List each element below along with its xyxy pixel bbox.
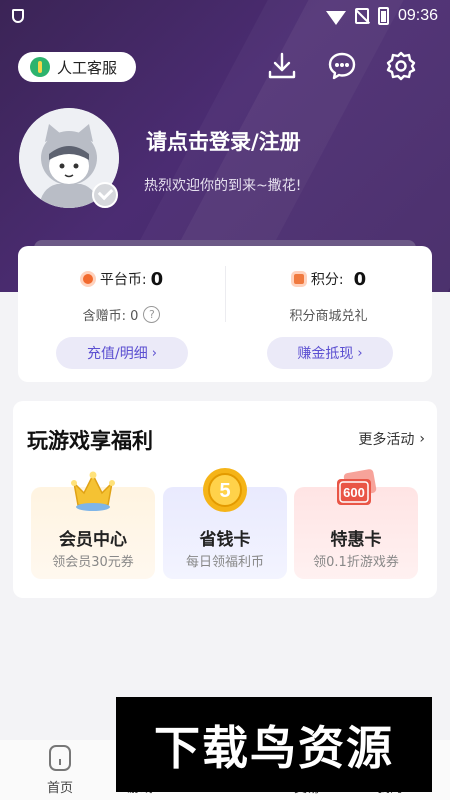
saving-card-title: 省钱卡 <box>199 530 251 550</box>
gear-icon <box>386 51 416 81</box>
coupon-badge: 600 <box>343 485 365 500</box>
earn-cash-label: 赚金抵现 <box>297 346 354 362</box>
member-center-subtitle: 领会员30元券 <box>52 555 134 570</box>
customer-service-icon <box>30 57 50 77</box>
platform-coin-label: 平台币: <box>99 272 147 288</box>
points-value: 0 <box>353 268 367 290</box>
chevron-right-icon: › <box>357 345 363 361</box>
download-icon <box>268 52 296 79</box>
coin-icon <box>79 271 96 287</box>
messages-button[interactable] <box>324 48 360 84</box>
more-activities-link[interactable]: 更多活动 › <box>358 429 425 449</box>
status-bar: 09:36 <box>0 0 450 32</box>
benefits-card: 玩游戏享福利 更多活动 › 会员中心 领会员30元券 5 省钱卡 每日领福利币 … <box>13 401 437 598</box>
saving-card-tile[interactable]: 5 省钱卡 每日领福利币 <box>163 468 287 579</box>
customer-service-label: 人工客服 <box>57 58 118 77</box>
wallet-card: 平台币: 0 含赠币: 0 ? 充值/明细 › 积分: 0 积分商城兑礼 赚金抵… <box>18 246 432 382</box>
benefits-title: 玩游戏享福利 <box>27 429 153 453</box>
help-icon[interactable]: ? <box>143 305 161 323</box>
recharge-button[interactable]: 充值/明细 › <box>56 337 188 369</box>
settings-button[interactable] <box>383 48 419 84</box>
login-register-link[interactable]: 请点击登录/注册 <box>146 126 301 156</box>
tab-home-label: 首页 <box>46 781 73 796</box>
chat-bubble-icon <box>328 52 356 80</box>
special-card-tile[interactable]: 600 特惠卡 领0.1折游戏券 <box>294 469 418 579</box>
welcome-text: 热烈欢迎你的到来~撒花! <box>144 178 302 194</box>
special-card-subtitle: 领0.1折游戏券 <box>313 555 399 570</box>
chevron-right-icon: › <box>419 431 425 447</box>
status-time: 09:36 <box>397 7 438 24</box>
crown-icon <box>71 471 115 511</box>
points-icon <box>290 271 307 287</box>
watermark: 下载鸟资源 <box>116 697 432 792</box>
member-center-tile[interactable]: 会员中心 领会员30元券 <box>31 471 155 579</box>
gold-coin-icon: 5 <box>203 468 247 512</box>
member-center-title: 会员中心 <box>59 530 127 550</box>
platform-coin-section: 平台币: 0 含赠币: 0 ? 充值/明细 › <box>18 246 225 382</box>
chevron-right-icon: › <box>151 345 157 361</box>
gold-coin-badge: 5 <box>219 480 230 502</box>
shield-icon <box>12 9 24 23</box>
special-card-title: 特惠卡 <box>330 530 382 550</box>
platform-coin-value: 0 <box>150 268 164 290</box>
verified-badge-icon <box>92 182 118 208</box>
tab-home[interactable]: 首页 <box>15 740 105 800</box>
battery-icon <box>377 7 389 25</box>
earn-cash-button[interactable]: 赚金抵现 › <box>267 337 393 369</box>
wifi-icon <box>325 11 346 25</box>
points-mall-label[interactable]: 积分商城兑礼 <box>289 305 367 324</box>
customer-service-button[interactable]: 人工客服 <box>18 52 136 82</box>
no-sim-icon <box>354 8 369 24</box>
coupon-ticket-icon: 600 <box>337 469 377 505</box>
gift-coin-label: 含赠币: 0 <box>82 308 139 324</box>
home-icon <box>49 745 71 771</box>
more-activities-label: 更多活动 <box>358 432 415 448</box>
download-button[interactable] <box>264 48 300 84</box>
points-section: 积分: 0 积分商城兑礼 赚金抵现 › <box>225 246 432 382</box>
recharge-label: 充值/明细 <box>87 346 148 362</box>
saving-card-subtitle: 每日领福利币 <box>185 555 264 570</box>
points-label: 积分: <box>310 272 344 288</box>
